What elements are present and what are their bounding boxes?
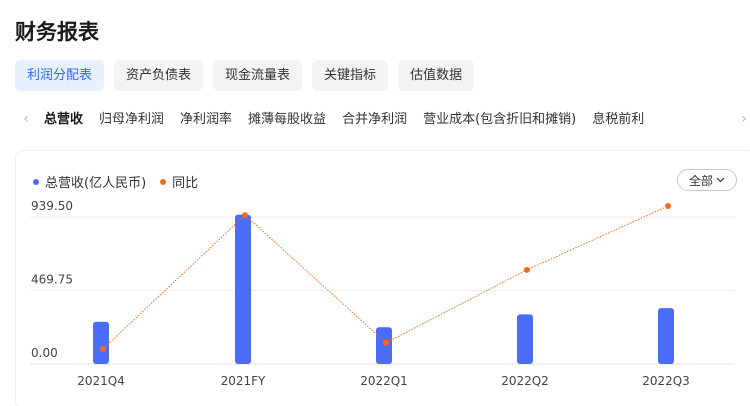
yoy-point bbox=[100, 345, 106, 352]
revenue-bar bbox=[658, 308, 674, 364]
yoy-point bbox=[665, 203, 671, 209]
x-tick-label: 2022Q3 bbox=[642, 374, 690, 388]
revenue-bar bbox=[235, 214, 251, 364]
x-tick-label: 2021FY bbox=[221, 374, 266, 388]
yoy-point bbox=[383, 339, 389, 346]
revenue-bar bbox=[93, 321, 109, 364]
x-tick-label: 2022Q2 bbox=[501, 374, 549, 388]
yoy-point bbox=[242, 212, 248, 219]
financial-report-page: 财务报表 利润分配表 资产负债表 现金流量表 关键指标 估值数据 ‹ 总营收 归… bbox=[0, 0, 750, 406]
x-tick-label: 2022Q1 bbox=[360, 374, 408, 388]
revenue-bar bbox=[517, 314, 533, 364]
y-tick-label: 939.50 bbox=[31, 199, 73, 213]
y-tick-label: 469.75 bbox=[31, 273, 73, 287]
x-tick-label: 2021Q4 bbox=[77, 374, 125, 388]
revenue-bar bbox=[376, 327, 392, 364]
yoy-point bbox=[524, 266, 530, 273]
y-tick-label: 0.00 bbox=[31, 346, 58, 360]
revenue-chart: 939.50 469.75 0.00 2021Q4 2021FY 2022Q1 2022Q2… bbox=[30, 199, 735, 388]
